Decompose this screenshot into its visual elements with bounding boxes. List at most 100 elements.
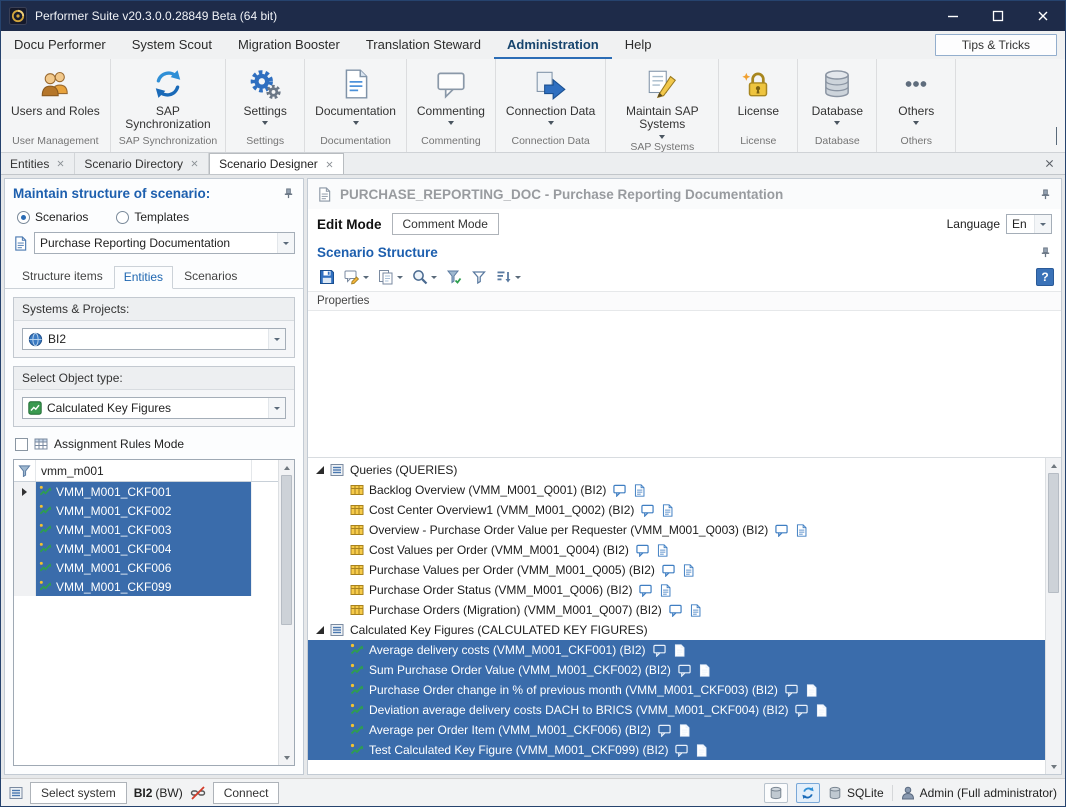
comment-bubble-icon[interactable] <box>775 524 788 537</box>
settings-button[interactable]: Settings <box>226 62 304 133</box>
select-system-button[interactable]: Select system <box>30 782 127 804</box>
grid-vertical-scrollbar[interactable] <box>278 460 294 765</box>
tab-scenario-directory[interactable]: Scenario Directory <box>75 153 209 174</box>
tab-structure-items[interactable]: Structure items <box>13 266 112 289</box>
maintain-sap-systems-button[interactable]: Maintain SAP Systems <box>606 62 718 139</box>
tree-item[interactable]: Cost Center Overview1 (VMM_M001_Q002) (B… <box>308 500 1045 520</box>
license-button[interactable]: License <box>719 62 797 133</box>
document-icon[interactable] <box>659 584 672 597</box>
document-icon[interactable] <box>661 504 674 517</box>
scrollbar-thumb[interactable] <box>281 475 292 625</box>
documentation-button[interactable]: Documentation <box>305 62 406 133</box>
grid-row[interactable]: VMM_M001_CKF006 <box>14 558 278 577</box>
filter-editor-button[interactable] <box>467 266 491 288</box>
object-type-combobox[interactable]: Calculated Key Figures <box>22 397 286 419</box>
grid-row[interactable]: VMM_M001_CKF099 <box>14 577 278 596</box>
tab-close-icon[interactable] <box>56 159 65 168</box>
database-button[interactable]: Database <box>798 62 876 133</box>
pin-icon[interactable] <box>1039 188 1052 201</box>
save-button[interactable] <box>315 266 339 288</box>
tree-item[interactable]: Purchase Orders (Migration) (VMM_M001_Q0… <box>308 600 1045 620</box>
others-button[interactable]: Others <box>877 62 955 133</box>
grid-row[interactable]: VMM_M001_CKF004 <box>14 539 278 558</box>
comment-tool-button[interactable] <box>340 266 373 288</box>
document-icon[interactable] <box>678 724 691 737</box>
comment-bubble-icon[interactable] <box>662 564 675 577</box>
tab-scenarios[interactable]: Scenarios <box>175 266 246 289</box>
users-and-roles-button[interactable]: Users and Roles <box>1 62 110 133</box>
tree-item[interactable]: Sum Purchase Order Value (VMM_M001_CKF00… <box>308 660 1045 680</box>
document-icon[interactable] <box>633 484 646 497</box>
tab-close-icon[interactable] <box>325 160 334 169</box>
scrollbar-track[interactable] <box>1046 473 1061 759</box>
menu-item-docu-performer[interactable]: Docu Performer <box>1 31 119 59</box>
tree-item[interactable]: Cost Values per Order (VMM_M001_Q004) (B… <box>308 540 1045 560</box>
tree-item[interactable]: Purchase Order Status (VMM_M001_Q006) (B… <box>308 580 1045 600</box>
comment-bubble-icon[interactable] <box>675 744 688 757</box>
radio-templates[interactable]: Templates <box>116 210 189 224</box>
menu-item-translation-steward[interactable]: Translation Steward <box>353 31 494 59</box>
tree-item[interactable]: Purchase Order change in % of previous m… <box>308 680 1045 700</box>
database-tool-button[interactable] <box>764 783 788 803</box>
zoom-tool-button[interactable] <box>408 266 441 288</box>
comment-bubble-icon[interactable] <box>785 684 798 697</box>
document-icon[interactable] <box>805 684 818 697</box>
system-combobox[interactable]: BI2 <box>22 328 286 350</box>
comment-bubble-icon[interactable] <box>613 484 626 497</box>
tabstrip-close-button[interactable] <box>1034 153 1065 174</box>
language-combobox[interactable]: En <box>1006 214 1052 234</box>
pin-icon[interactable] <box>1039 246 1052 259</box>
document-icon[interactable] <box>795 524 808 537</box>
assignment-rules-checkbox[interactable] <box>15 438 28 451</box>
sort-button[interactable] <box>492 266 525 288</box>
comment-bubble-icon[interactable] <box>636 544 649 557</box>
tree-item[interactable]: Average delivery costs (VMM_M001_CKF001)… <box>308 640 1045 660</box>
document-icon[interactable] <box>689 604 702 617</box>
grid-row[interactable]: VMM_M001_CKF003 <box>14 520 278 539</box>
document-icon[interactable] <box>698 664 711 677</box>
log-icon[interactable] <box>9 786 23 800</box>
filter-input[interactable]: vmm_m001 <box>36 460 252 481</box>
scrollbar-track[interactable] <box>279 475 294 750</box>
scroll-up-button[interactable] <box>1046 458 1061 473</box>
tab-scenario-designer[interactable]: Scenario Designer <box>209 153 344 174</box>
sync-tool-button[interactable] <box>796 783 820 803</box>
expander-icon[interactable] <box>316 626 324 634</box>
help-button[interactable]: ? <box>1036 268 1054 286</box>
scroll-down-button[interactable] <box>279 750 294 765</box>
document-icon[interactable] <box>815 704 828 717</box>
combobox-dropdown-button[interactable] <box>268 398 285 418</box>
comment-bubble-icon[interactable] <box>669 604 682 617</box>
comment-bubble-icon[interactable] <box>641 504 654 517</box>
comment-bubble-icon[interactable] <box>658 724 671 737</box>
tree-group-queries[interactable]: Queries (QUERIES) <box>308 460 1045 480</box>
connection-data-button[interactable]: Connection Data <box>496 62 605 133</box>
comment-mode-button[interactable]: Comment Mode <box>392 213 499 235</box>
filter-funnel-icon[interactable] <box>14 460 36 481</box>
tab-close-icon[interactable] <box>190 159 199 168</box>
menu-item-administration[interactable]: Administration <box>494 31 612 59</box>
combobox-dropdown-button[interactable] <box>277 233 294 253</box>
tree-item[interactable]: Overview - Purchase Order Value per Requ… <box>308 520 1045 540</box>
filter-button[interactable] <box>442 266 466 288</box>
tab-entities-inner[interactable]: Entities <box>114 266 173 289</box>
document-icon[interactable] <box>656 544 669 557</box>
tree-item[interactable]: Purchase Values per Order (VMM_M001_Q005… <box>308 560 1045 580</box>
comment-bubble-icon[interactable] <box>653 644 666 657</box>
connect-button[interactable]: Connect <box>213 782 280 804</box>
scrollbar-thumb[interactable] <box>1048 473 1059 593</box>
tree-item[interactable]: Test Calculated Key Figure (VMM_M001_CKF… <box>308 740 1045 760</box>
tree-item[interactable]: Deviation average delivery costs DACH to… <box>308 700 1045 720</box>
comment-bubble-icon[interactable] <box>678 664 691 677</box>
radio-scenarios[interactable]: Scenarios <box>17 210 88 224</box>
grid-row[interactable]: VMM_M001_CKF001 <box>14 482 278 501</box>
combobox-dropdown-button[interactable] <box>1034 215 1051 233</box>
minimize-button[interactable] <box>930 1 975 31</box>
copy-tool-button[interactable] <box>374 266 407 288</box>
pin-icon[interactable] <box>282 187 295 200</box>
menu-item-help[interactable]: Help <box>612 31 665 59</box>
tree-group-calculated-key-figures[interactable]: Calculated Key Figures (CALCULATED KEY F… <box>308 620 1045 640</box>
scenario-combobox[interactable]: Purchase Reporting Documentation <box>34 232 295 254</box>
commenting-button[interactable]: Commenting <box>407 62 495 133</box>
tree-item[interactable]: Backlog Overview (VMM_M001_Q001) (BI2) <box>308 480 1045 500</box>
